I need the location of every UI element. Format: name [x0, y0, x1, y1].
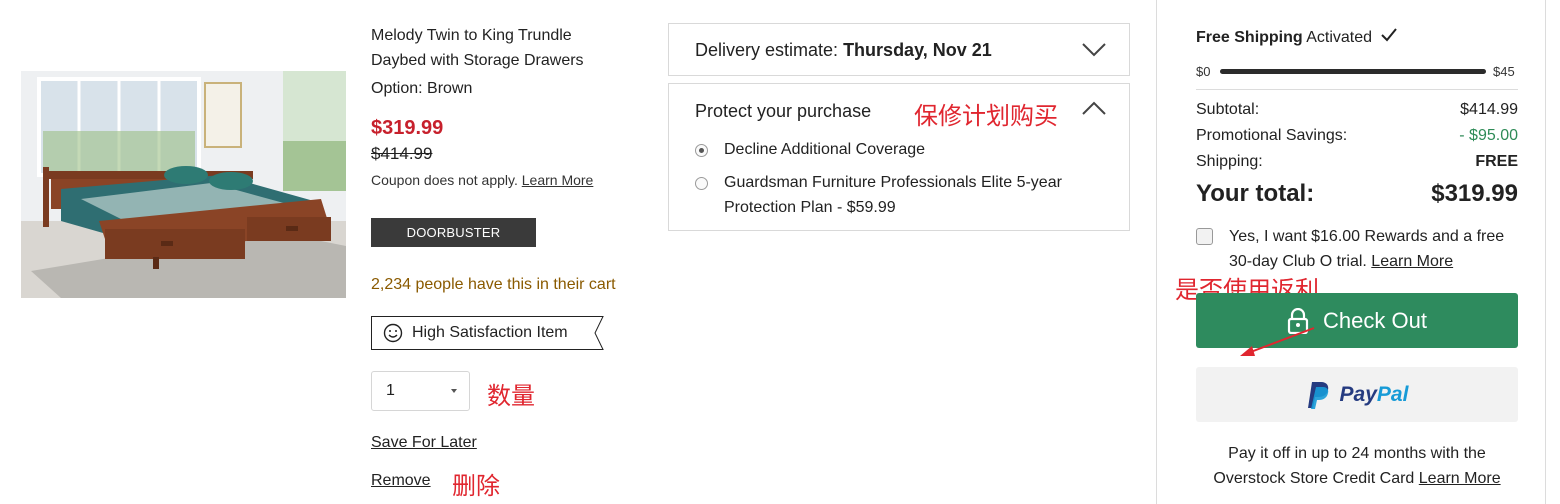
delivery-date: Thursday, Nov 21 — [843, 40, 992, 60]
rewards-text: Yes, I want $16.00 Rewards and a free 30… — [1229, 224, 1521, 274]
shipping-row: Shipping: FREE — [1196, 153, 1518, 171]
satisfaction-label: High Satisfaction Item — [412, 324, 568, 341]
protection-option-guardsman[interactable]: Guardsman Furniture Professionals Elite … — [695, 174, 1105, 220]
subtotal-row: Subtotal: $414.99 — [1196, 101, 1518, 119]
free-shipping-progress-bar — [1220, 69, 1486, 74]
paypal-pay: Pay — [1339, 382, 1377, 406]
radio-checked[interactable] — [695, 144, 708, 157]
total-value: $319.99 — [1431, 180, 1518, 207]
chevron-up-icon[interactable] — [1082, 101, 1106, 116]
protection-option-label: Guardsman Furniture Professionals Elite … — [724, 174, 1062, 216]
rewards-label: Yes, I want $16.00 Rewards and a free 30… — [1229, 228, 1505, 270]
shipping-label: Shipping: — [1196, 153, 1263, 170]
in-cart-count: 2,234 people have this in their cart — [371, 276, 616, 293]
column-divider — [1156, 0, 1157, 504]
free-shipping-label: Free Shipping — [1196, 29, 1303, 46]
save-for-later-link[interactable]: Save For Later — [371, 434, 477, 452]
total-row: Your total: $319.99 — [1196, 180, 1518, 208]
protection-option-label: Decline Additional Coverage — [724, 141, 926, 158]
quantity-value: 1 — [386, 382, 395, 399]
coupon-note: Coupon does not apply. Learn More — [371, 172, 593, 188]
annotation-remove: 删除 — [452, 472, 500, 500]
protection-heading: Protect your purchase — [695, 101, 872, 121]
delivery-estimate-dropdown[interactable]: Delivery estimate: Thursday, Nov 21 — [668, 23, 1130, 76]
product-title[interactable]: Melody Twin to King Trundle Daybed with … — [371, 23, 631, 73]
chevron-down-icon[interactable] — [1082, 42, 1106, 57]
remove-link[interactable]: Remove — [371, 472, 431, 490]
credit-learn-more-link[interactable]: Learn More — [1419, 470, 1501, 487]
quantity-select[interactable]: 1 — [371, 371, 470, 411]
product-option: Option: Brown — [371, 80, 473, 97]
annotation-arrow-icon — [1240, 327, 1315, 356]
rewards-checkbox[interactable] — [1196, 228, 1213, 245]
progress-fill — [1220, 69, 1486, 74]
protection-plan-panel: Protect your purchase Decline Additional… — [668, 83, 1130, 231]
annotation-quantity: 数量 — [487, 382, 535, 410]
free-shipping-status: Free Shipping Activated — [1196, 28, 1397, 47]
delivery-text: Delivery estimate: Thursday, Nov 21 — [695, 40, 992, 61]
rewards-learn-more-link[interactable]: Learn More — [1371, 253, 1453, 270]
paypal-button[interactable]: PayPal — [1196, 367, 1518, 422]
shipping-bar-max: $45 — [1493, 64, 1515, 79]
smiley-icon — [383, 323, 403, 343]
checkout-label: Check Out — [1323, 307, 1427, 333]
total-label: Your total: — [1196, 180, 1315, 207]
subtotal-value: $414.99 — [1460, 101, 1518, 118]
summary-divider — [1196, 89, 1518, 90]
paypal-pal: Pal — [1376, 382, 1409, 406]
product-image[interactable] — [21, 71, 346, 298]
sale-price: $319.99 — [371, 117, 444, 139]
promo-savings-row: Promotional Savings: - $95.00 — [1196, 127, 1518, 145]
delivery-label: Delivery estimate: — [695, 40, 839, 60]
annotation-protection: 保修计划购买 — [914, 102, 1058, 130]
caret-down-icon — [451, 389, 457, 393]
promo-value: - $95.00 — [1459, 127, 1518, 144]
shipping-value: FREE — [1475, 153, 1518, 170]
radio-unchecked[interactable] — [695, 177, 708, 190]
subtotal-label: Subtotal: — [1196, 101, 1260, 118]
promo-label: Promotional Savings: — [1196, 127, 1348, 144]
checkmark-icon — [1380, 28, 1397, 42]
paypal-wordmark: PayPal — [1340, 383, 1409, 407]
coupon-text: Coupon does not apply. — [371, 172, 518, 188]
shipping-bar-min: $0 — [1196, 64, 1211, 79]
doorbuster-badge: DOORBUSTER — [371, 218, 536, 247]
store-credit-card-note: Pay it off in up to 24 months with the O… — [1196, 441, 1518, 491]
original-price: $414.99 — [371, 144, 433, 163]
coupon-learn-more-link[interactable]: Learn More — [522, 172, 594, 188]
protection-option-decline[interactable]: Decline Additional Coverage — [695, 141, 925, 162]
column-divider-right — [1545, 0, 1546, 504]
paypal-logo-icon — [1307, 381, 1328, 409]
free-shipping-state: Activated — [1306, 29, 1373, 46]
